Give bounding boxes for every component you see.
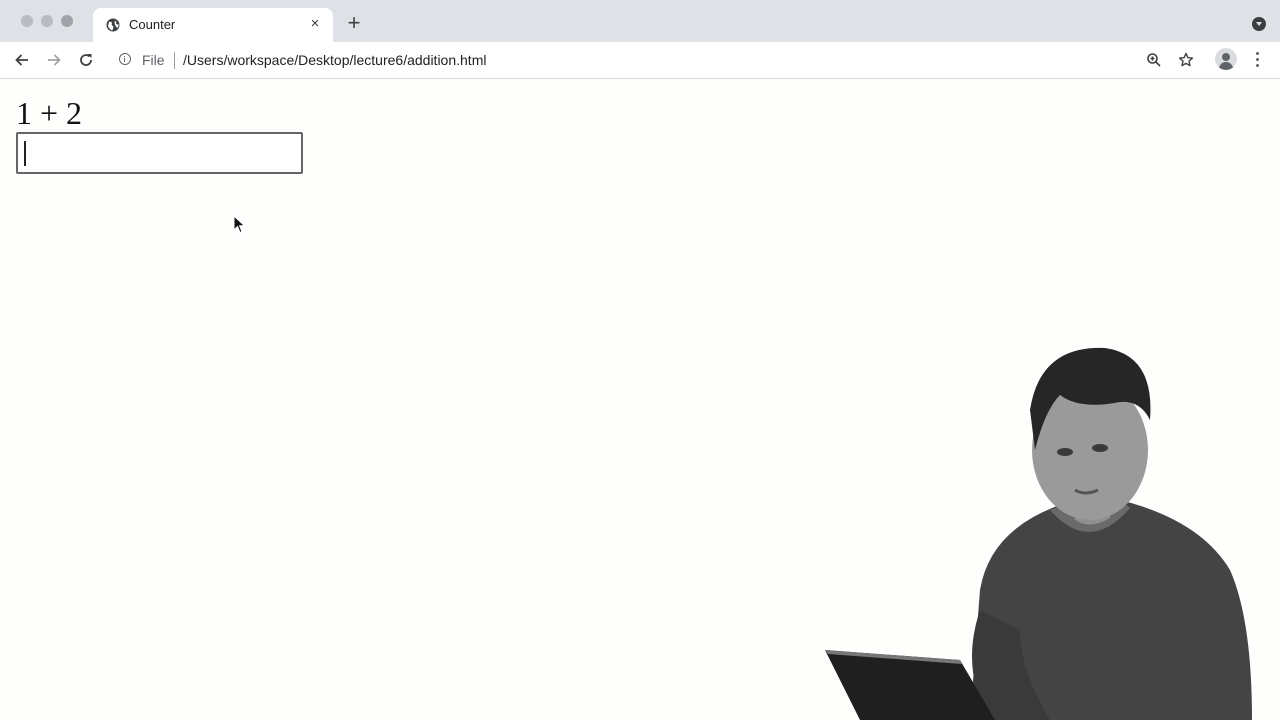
address-bar[interactable]: File /Users/workspace/Desktop/lecture6/a…	[108, 45, 1208, 75]
tab-strip: Counter × +	[0, 0, 1280, 42]
scheme-label: File	[142, 52, 165, 68]
new-tab-button[interactable]: +	[344, 12, 364, 34]
tab-search-icon[interactable]	[1252, 17, 1266, 31]
close-window-button[interactable]	[21, 15, 33, 27]
back-button[interactable]	[12, 50, 32, 70]
bookmark-button[interactable]	[1176, 50, 1196, 70]
answer-input[interactable]	[16, 132, 303, 174]
mouse-pointer-icon	[233, 215, 246, 234]
reload-button[interactable]	[76, 50, 96, 70]
arrow-left-icon	[15, 54, 28, 66]
url-text[interactable]: /Users/workspace/Desktop/lecture6/additi…	[183, 52, 486, 68]
presenter-video-overlay	[825, 347, 1252, 720]
star-icon	[1178, 52, 1194, 67]
address-divider	[174, 52, 175, 69]
zoom-window-button[interactable]	[61, 15, 73, 27]
zoom-button[interactable]	[1144, 50, 1164, 70]
question-text: 1 + 2	[16, 95, 83, 131]
tab-close-icon[interactable]: ×	[307, 16, 323, 32]
zoom-in-icon	[1147, 53, 1161, 67]
info-icon[interactable]	[119, 53, 131, 65]
minimize-window-button[interactable]	[41, 15, 53, 27]
profile-avatar-icon[interactable]	[1215, 48, 1237, 70]
tab-counter[interactable]: Counter ×	[93, 8, 333, 42]
text-caret	[24, 141, 26, 166]
forward-button[interactable]	[44, 50, 64, 70]
reload-icon	[80, 54, 92, 66]
globe-icon	[106, 18, 120, 32]
tab-title: Counter	[129, 17, 176, 32]
arrow-right-icon	[48, 54, 61, 66]
more-menu-icon[interactable]	[1250, 50, 1266, 70]
browser-toolbar: File /Users/workspace/Desktop/lecture6/a…	[0, 42, 1280, 79]
